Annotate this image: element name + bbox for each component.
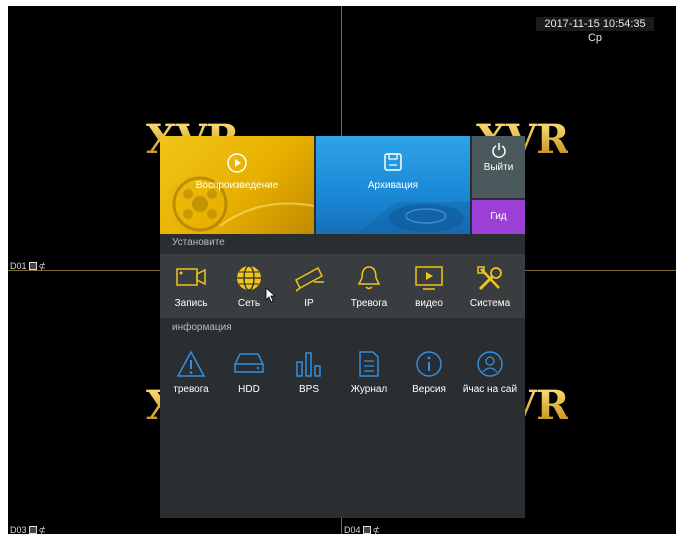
channel-label-d01: D01 ⊄ xyxy=(10,261,47,271)
system-settings-item[interactable]: Система xyxy=(462,254,518,318)
playback-label: Воспроизведение xyxy=(195,180,279,191)
log-icon xyxy=(341,350,397,380)
mute-icon: ⊄ xyxy=(38,525,47,534)
camera-icon xyxy=(163,264,219,294)
bps-info-item[interactable]: BPS xyxy=(281,340,337,404)
channel-label-d04: D04 ⊄ xyxy=(344,525,381,534)
bell-icon xyxy=(341,264,397,294)
power-icon xyxy=(472,142,525,158)
datetime-display: 2017-11-15 10:54:35 Ср xyxy=(536,17,654,44)
video-settings-item[interactable]: видео xyxy=(401,254,457,318)
user-icon xyxy=(462,350,518,380)
mouse-cursor-icon xyxy=(265,287,277,303)
online-users-info-item[interactable]: йчас на сай xyxy=(462,340,518,404)
alarm-info-item[interactable]: тревога xyxy=(163,340,219,404)
tools-icon xyxy=(462,264,518,294)
record-icon xyxy=(28,262,37,270)
guide-tile[interactable]: Гид xyxy=(472,200,525,234)
guide-label: Гид xyxy=(490,211,507,222)
exit-label: Выйти xyxy=(483,162,514,173)
ip-camera-icon xyxy=(281,264,337,294)
hdd-icon xyxy=(221,350,277,380)
info-row: тревога HDD BPS Журнал Версия йчас на са… xyxy=(160,340,525,404)
save-icon xyxy=(316,152,470,172)
log-info-item[interactable]: Журнал xyxy=(341,340,397,404)
warning-icon xyxy=(163,350,219,380)
mute-icon: ⊄ xyxy=(38,261,47,271)
playback-tile[interactable]: Воспроизведение xyxy=(160,136,314,234)
main-menu: Воспроизведение Архивация Выйти Гид Уста… xyxy=(160,136,525,518)
monitor-play-icon xyxy=(401,264,457,294)
info-icon xyxy=(401,350,457,380)
archive-tile[interactable]: Архивация xyxy=(316,136,470,234)
alarm-settings-item[interactable]: Тревога xyxy=(341,254,397,318)
hdd-info-item[interactable]: HDD xyxy=(221,340,277,404)
exit-tile[interactable]: Выйти xyxy=(472,136,525,198)
ip-settings-item[interactable]: IP xyxy=(281,254,337,318)
channel-label-d03: D03 ⊄ xyxy=(10,525,47,534)
record-settings-item[interactable]: Запись xyxy=(163,254,219,318)
archive-label: Архивация xyxy=(367,180,419,191)
settings-section-title: Установите xyxy=(172,237,225,248)
bars-icon xyxy=(281,350,337,380)
info-section-title: информация xyxy=(172,322,232,333)
settings-row: Запись Сеть IP Тревога видео Система xyxy=(160,254,525,318)
play-circle-icon xyxy=(160,152,314,174)
record-icon xyxy=(28,526,37,534)
mute-icon: ⊄ xyxy=(372,525,381,534)
record-icon xyxy=(362,526,371,534)
network-settings-item[interactable]: Сеть xyxy=(221,254,277,318)
version-info-item[interactable]: Версия xyxy=(401,340,457,404)
